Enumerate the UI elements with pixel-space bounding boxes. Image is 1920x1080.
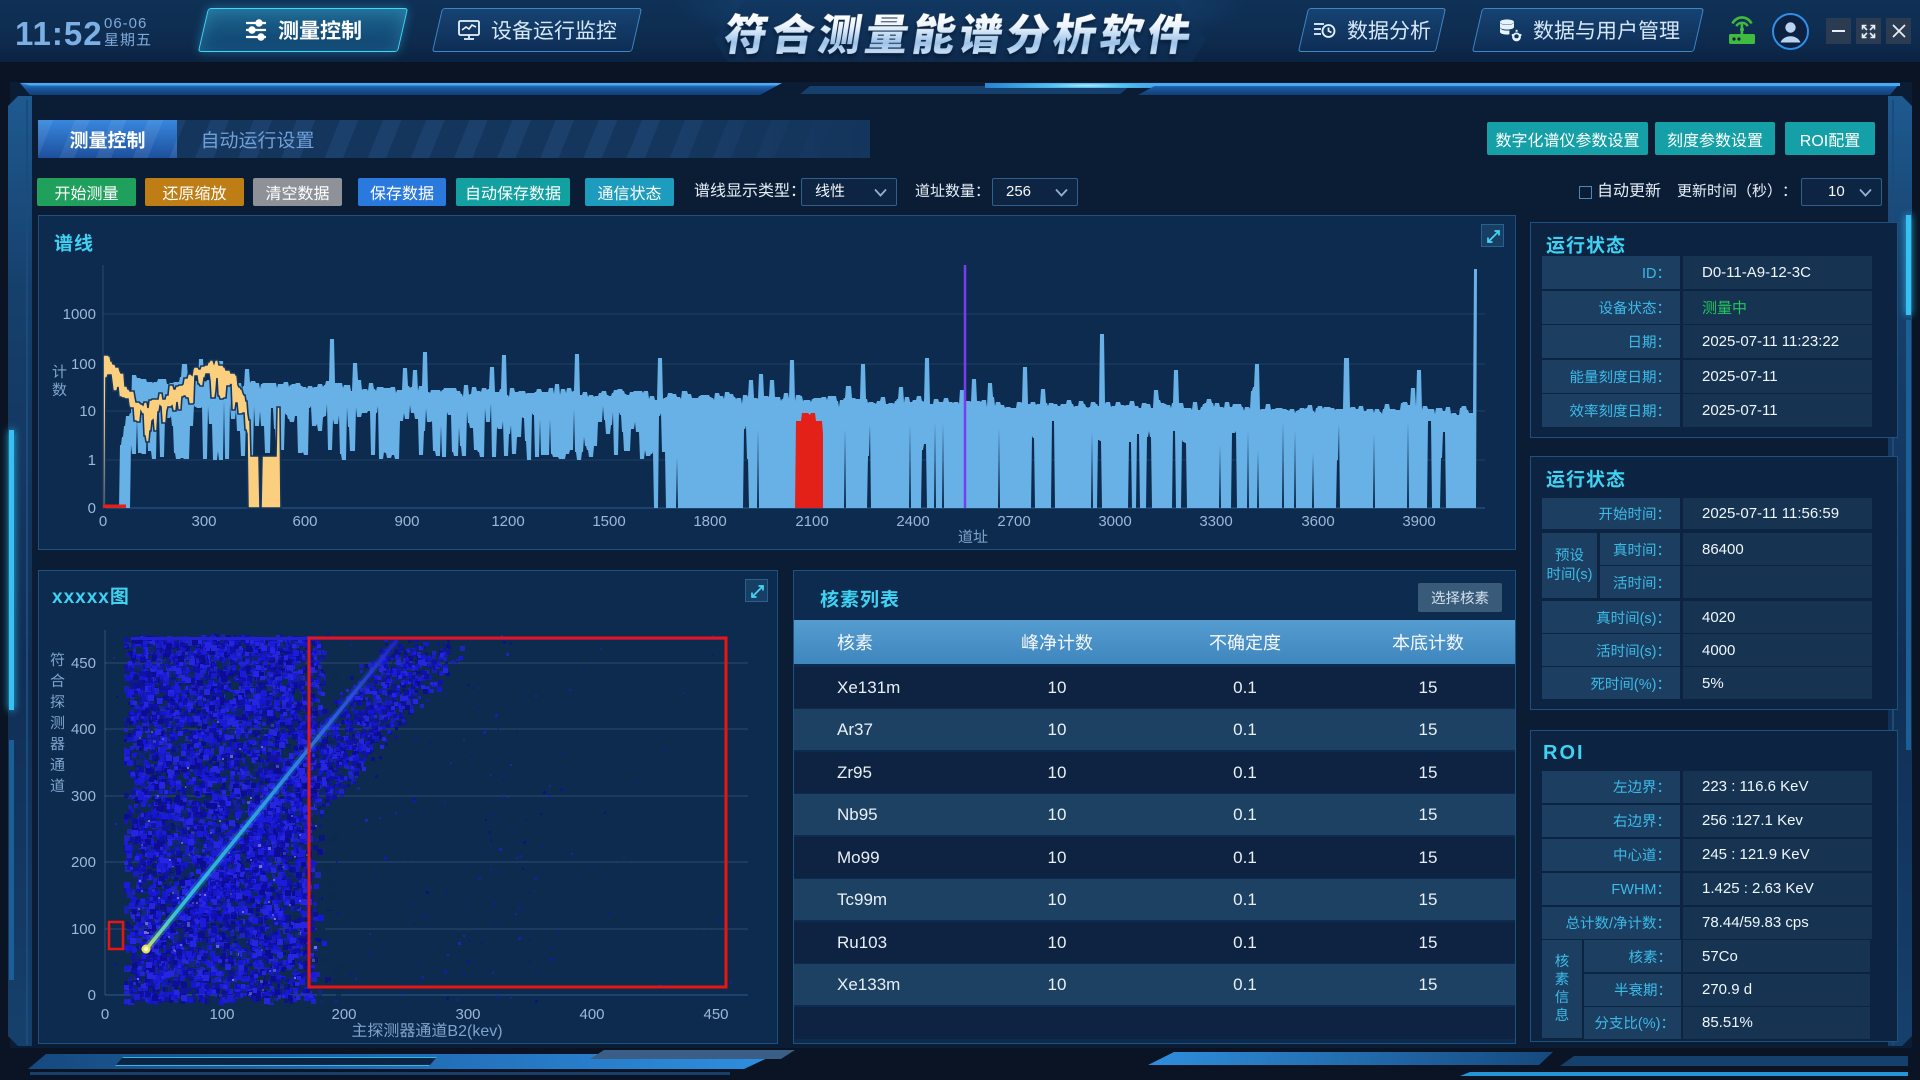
svg-text:2700: 2700 xyxy=(997,513,1030,530)
svg-text:0: 0 xyxy=(88,500,96,517)
svg-text:100: 100 xyxy=(71,921,96,938)
svg-text:2400: 2400 xyxy=(896,513,929,530)
svg-text:400: 400 xyxy=(71,721,96,738)
svg-text:0: 0 xyxy=(101,1006,109,1023)
svg-text:2100: 2100 xyxy=(795,513,828,530)
svg-text:器: 器 xyxy=(50,736,65,753)
svg-text:300: 300 xyxy=(191,513,216,530)
svg-text:300: 300 xyxy=(455,1006,480,1023)
svg-text:3000: 3000 xyxy=(1098,513,1131,530)
svg-text:道址: 道址 xyxy=(958,529,988,546)
svg-text:合: 合 xyxy=(50,673,65,690)
svg-text:100: 100 xyxy=(209,1006,234,1023)
svg-text:1200: 1200 xyxy=(491,513,524,530)
svg-text:通: 通 xyxy=(50,757,65,774)
svg-text:450: 450 xyxy=(703,1006,728,1023)
svg-text:0: 0 xyxy=(99,513,107,530)
svg-text:1: 1 xyxy=(88,452,96,469)
svg-text:100: 100 xyxy=(71,356,96,373)
svg-text:3900: 3900 xyxy=(1402,513,1435,530)
svg-text:符: 符 xyxy=(50,652,65,669)
svg-text:道: 道 xyxy=(50,778,65,795)
svg-text:200: 200 xyxy=(331,1006,356,1023)
svg-text:0: 0 xyxy=(88,987,96,1004)
svg-text:600: 600 xyxy=(292,513,317,530)
svg-text:400: 400 xyxy=(579,1006,604,1023)
svg-text:1500: 1500 xyxy=(592,513,625,530)
svg-text:计: 计 xyxy=(52,364,67,381)
svg-text:3600: 3600 xyxy=(1301,513,1334,530)
svg-text:1800: 1800 xyxy=(693,513,726,530)
svg-text:10: 10 xyxy=(79,403,96,420)
svg-text:200: 200 xyxy=(71,854,96,871)
svg-text:300: 300 xyxy=(71,788,96,805)
svg-text:主探测器通道B2(kev): 主探测器通道B2(kev) xyxy=(351,1022,502,1040)
svg-text:数: 数 xyxy=(52,382,67,399)
svg-text:900: 900 xyxy=(394,513,419,530)
svg-text:450: 450 xyxy=(71,655,96,672)
svg-text:探: 探 xyxy=(50,694,65,711)
svg-text:1000: 1000 xyxy=(63,306,96,323)
svg-text:3300: 3300 xyxy=(1199,513,1232,530)
svg-text:测: 测 xyxy=(50,715,65,732)
